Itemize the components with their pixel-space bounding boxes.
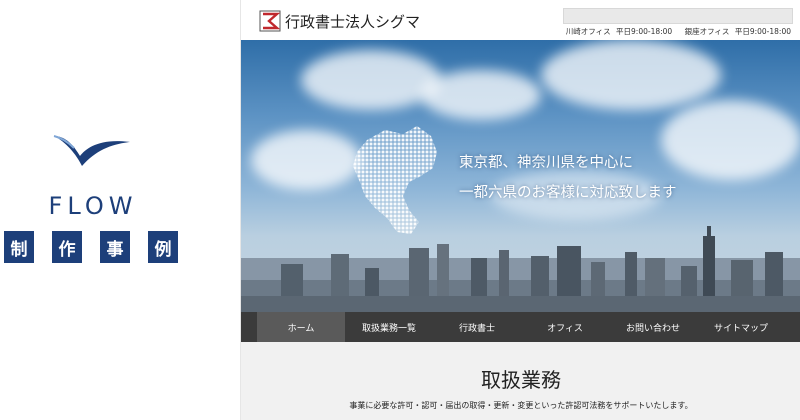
badge-char: 例 xyxy=(148,231,178,263)
site-header: 行政書士法人シグマ 川崎オフィス 平日9:00-18:00 銀座オフィス 平日9… xyxy=(241,0,800,40)
section-description: 事業に必要な許可・認可・届出の取得・更新・変更といった許認可法務をサポートいたし… xyxy=(349,401,693,410)
kanto-map-icon xyxy=(353,126,437,234)
office-name: 銀座オフィス xyxy=(684,27,730,36)
nav-home[interactable]: ホーム xyxy=(257,312,345,342)
hero-line: 一都六県のお客様に対応致します xyxy=(459,185,677,201)
sigma-logo-icon[interactable] xyxy=(259,10,281,32)
badge-char: 事 xyxy=(100,231,130,263)
office-name: 川崎オフィス xyxy=(565,27,611,36)
header-search-box[interactable] xyxy=(563,8,793,24)
nav-contact[interactable]: お問い合わせ xyxy=(609,312,697,342)
hero-line: 東京都、神奈川県を中心に xyxy=(459,155,633,171)
office-hours-value: 平日9:00-18:00 xyxy=(734,27,791,36)
main-nav: ホーム 取扱業務一覧 行政書士 オフィス お問い合わせ サイトマップ xyxy=(241,312,800,342)
services-section: 取扱業務 事業に必要な許可・認可・届出の取得・更新・変更といった許認可法務をサポ… xyxy=(241,342,800,420)
nav-services[interactable]: 取扱業務一覧 xyxy=(345,312,433,342)
section-title: 取扱業務 xyxy=(481,368,561,392)
hero-copy: 東京都、神奈川県を中心に 一都六県のお客様に対応致します xyxy=(459,148,677,208)
nav-scrivener[interactable]: 行政書士 xyxy=(433,312,521,342)
office-hours-value: 平日9:00-18:00 xyxy=(616,27,673,36)
hero-banner: 東京都、神奈川県を中心に 一都六県のお客様に対応致します xyxy=(241,40,800,312)
badge-char: 作 xyxy=(52,231,82,263)
flow-logo-text: FLOW xyxy=(48,192,138,220)
website-screenshot: 行政書士法人シグマ 川崎オフィス 平日9:00-18:00 銀座オフィス 平日9… xyxy=(240,0,800,420)
showcase-panel: FLOW 制 作 事 例 xyxy=(0,0,240,420)
office-hours: 川崎オフィス 平日9:00-18:00 銀座オフィス 平日9:00-18:00 xyxy=(556,26,791,37)
case-study-badges: 制 作 事 例 xyxy=(4,231,178,263)
nav-sitemap[interactable]: サイトマップ xyxy=(697,312,785,342)
flow-bird-logo-icon xyxy=(53,135,130,166)
site-brand-name[interactable]: 行政書士法人シグマ xyxy=(285,11,420,32)
badge-char: 制 xyxy=(4,231,34,263)
nav-office[interactable]: オフィス xyxy=(521,312,609,342)
